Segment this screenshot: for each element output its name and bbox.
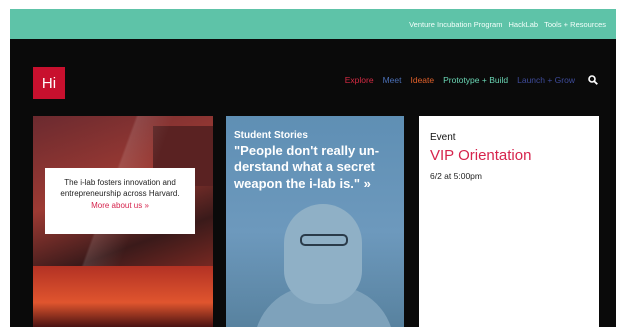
story-quote-link[interactable]: "People don't really un-derstand what a … bbox=[234, 143, 402, 192]
utility-link-tools-resources[interactable]: Tools + Resources bbox=[544, 20, 606, 29]
story-heading: Student Stories bbox=[234, 130, 308, 141]
student-story-card[interactable]: Student Stories "People don't really un-… bbox=[226, 116, 404, 327]
event-title[interactable]: VIP Orientation bbox=[430, 147, 531, 164]
main-nav: Explore Meet Ideate Prototype + Build La… bbox=[345, 75, 598, 85]
utility-bar: Venture Incubation Program HackLab Tools… bbox=[10, 9, 616, 39]
event-label: Event bbox=[430, 132, 456, 143]
nav-ideate[interactable]: Ideate bbox=[410, 75, 434, 85]
page-frame: Venture Incubation Program HackLab Tools… bbox=[10, 9, 616, 327]
nav-prototype-build[interactable]: Prototype + Build bbox=[443, 75, 508, 85]
nav-explore[interactable]: Explore bbox=[345, 75, 374, 85]
hi-logo[interactable]: Hi bbox=[33, 67, 65, 99]
more-about-us-link[interactable]: More about us » bbox=[51, 201, 189, 210]
utility-link-venture-incubation[interactable]: Venture Incubation Program bbox=[409, 20, 502, 29]
about-text: The i-lab fosters innovation and entrepr… bbox=[60, 178, 180, 198]
building-photo-base bbox=[33, 266, 213, 327]
event-date: 6/2 at 5:00pm bbox=[430, 171, 482, 181]
event-card[interactable]: Event VIP Orientation 6/2 at 5:00pm bbox=[419, 116, 599, 327]
about-card: The i-lab fosters innovation and entrepr… bbox=[33, 116, 213, 327]
utility-link-hacklab[interactable]: HackLab bbox=[508, 20, 538, 29]
nav-meet[interactable]: Meet bbox=[383, 75, 402, 85]
student-photo-glasses bbox=[300, 234, 348, 246]
search-icon[interactable] bbox=[588, 75, 598, 85]
about-box: The i-lab fosters innovation and entrepr… bbox=[45, 168, 195, 234]
student-photo-face bbox=[284, 204, 362, 304]
nav-launch-grow[interactable]: Launch + Grow bbox=[517, 75, 575, 85]
